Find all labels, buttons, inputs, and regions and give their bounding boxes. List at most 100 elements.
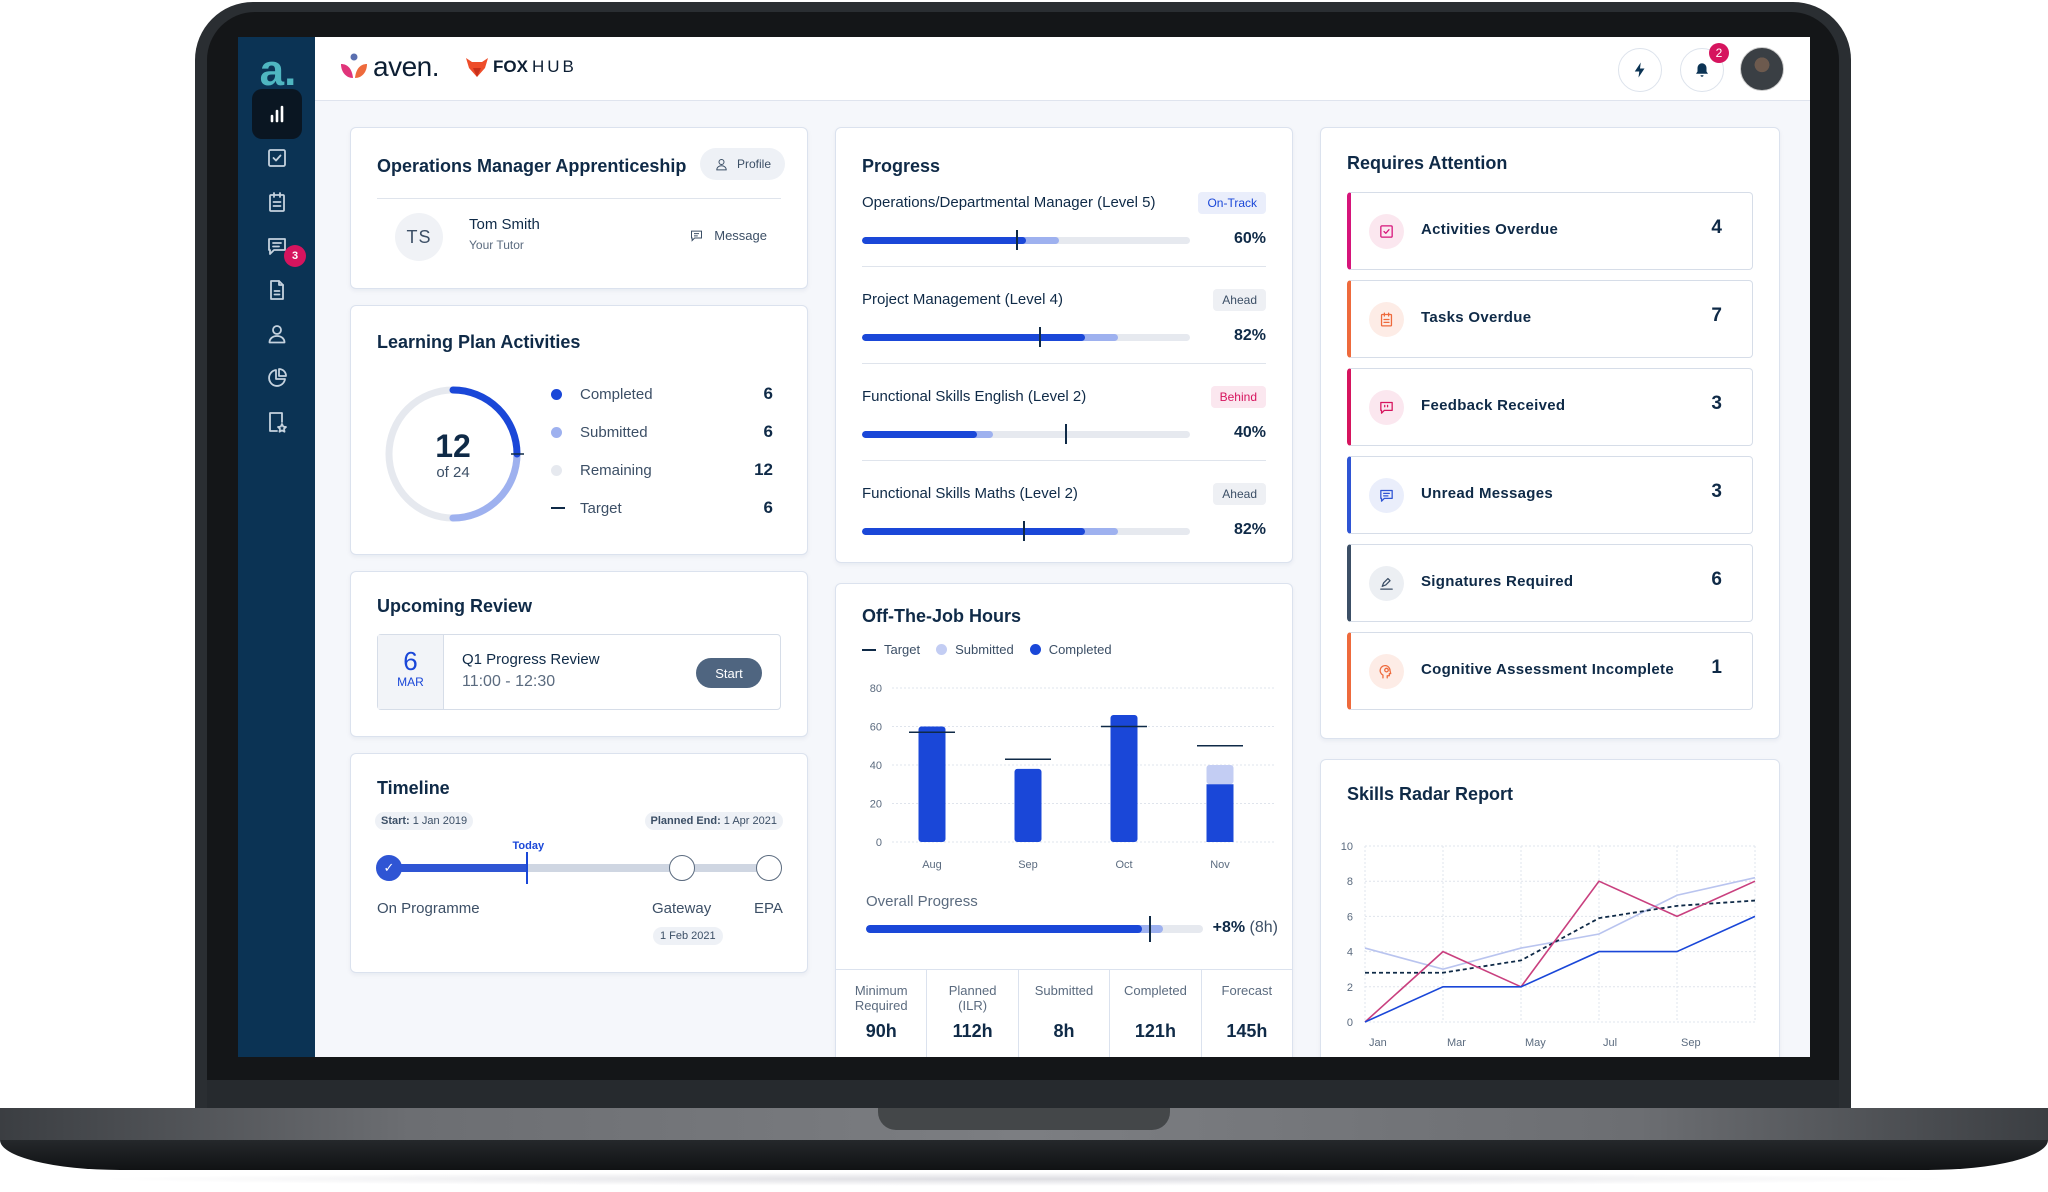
milestone-on-programme[interactable]: ✓: [376, 855, 402, 881]
end-value: 1 Apr 2021: [723, 815, 777, 827]
progress-bar-completed: [862, 334, 1086, 341]
bar-completed: [918, 726, 946, 842]
legend-label: Target: [580, 499, 622, 517]
profile-button-label: Profile: [736, 157, 771, 171]
end-key: Planned End:: [650, 815, 721, 827]
progress-status-badge: Behind: [1210, 386, 1266, 408]
milestone-label: Gateway: [652, 900, 712, 917]
aven-wordmark: aven.: [373, 51, 440, 82]
bar-chart-icon: [270, 105, 284, 123]
progress-bar: [862, 528, 1190, 535]
requires-attention-card: Requires Attention Activities Overdue 4 …: [1320, 127, 1780, 739]
progress-item[interactable]: Project Management (Level 4) Ahead 82%: [862, 289, 1266, 371]
attention-count: 1: [1711, 657, 1722, 678]
sidebar-item-reports[interactable]: [252, 353, 302, 403]
bell-icon: [1696, 63, 1708, 77]
attention-icon-wrap: [1369, 214, 1404, 249]
line-series-3: [1364, 876, 1756, 971]
laptop-shadow: [90, 1172, 1960, 1186]
legend-target: Target 6: [551, 498, 773, 518]
review-name: Q1 Progress Review: [462, 651, 600, 668]
progress-item[interactable]: Operations/Departmental Manager (Level 5…: [862, 192, 1266, 274]
aven-logo[interactable]: aven.: [339, 51, 440, 83]
attention-item[interactable]: Cognitive Assessment Incomplete 1: [1347, 632, 1753, 710]
otj-stat-value: 112h: [952, 1021, 993, 1041]
y-tick-label: 80: [870, 683, 882, 695]
milestone-label: EPA: [754, 900, 783, 917]
x-tick-label: May: [1525, 1037, 1546, 1049]
sidebar-item-dashboard[interactable]: [252, 89, 302, 139]
otj-stat: Submitted 8h: [1019, 970, 1111, 1057]
message-tutor-button[interactable]: Message: [689, 228, 767, 243]
progress-item[interactable]: Functional Skills Maths (Level 2) Ahead …: [862, 483, 1266, 565]
progress-bar-completed: [862, 237, 1026, 244]
notifications-badge: 2: [1709, 43, 1729, 63]
y-tick-label: 2: [1347, 982, 1353, 994]
sidebar-item-documents[interactable]: [252, 265, 302, 315]
clipboard-icon: [269, 192, 285, 212]
attention-item[interactable]: Activities Overdue 4: [1347, 192, 1753, 270]
profile-button[interactable]: Profile: [699, 148, 785, 180]
legend-remaining: Remaining 12: [551, 460, 773, 480]
overall-progress-completed: [866, 925, 1143, 933]
progress-card: Progress Operations/Departmental Manager…: [835, 127, 1293, 563]
sidebar-item-tasks[interactable]: [252, 177, 302, 227]
tutor-avatar: TS: [395, 213, 443, 261]
overall-progress-target: [1149, 916, 1152, 942]
otj-stat: Completed 121h: [1110, 970, 1202, 1057]
attention-count: 3: [1711, 393, 1722, 414]
start-value: 1 Jan 2019: [412, 815, 468, 827]
milestone-gateway[interactable]: [669, 855, 695, 881]
progress-bar-completed: [862, 528, 1086, 535]
legend-target-label: Target: [884, 642, 921, 657]
feedback-icon: [1380, 401, 1393, 414]
legend-submitted-label: Submitted: [955, 642, 1014, 657]
document-icon: [270, 280, 284, 300]
sidebar-item-profile[interactable]: [252, 309, 302, 359]
attention-item[interactable]: Feedback Received 3: [1347, 368, 1753, 446]
progress-item-name: Project Management (Level 4): [862, 291, 1063, 308]
laptop-base-bottom: [0, 1140, 2048, 1170]
quick-actions-button[interactable]: [1618, 48, 1662, 92]
start-review-button[interactable]: Start: [696, 658, 762, 688]
bar-completed: [1110, 714, 1138, 842]
review-item[interactable]: 6 MAR Q1 Progress Review 11:00 - 12:30 S…: [377, 634, 781, 710]
progress-item[interactable]: Functional Skills English (Level 2) Behi…: [862, 386, 1266, 468]
legend-completed: Completed 6: [551, 384, 773, 404]
review-time: 11:00 - 12:30: [462, 673, 556, 690]
x-tick-label: Nov: [1210, 859, 1230, 871]
message-button-label: Message: [714, 228, 767, 243]
user-icon: [716, 158, 727, 170]
user-avatar[interactable]: [1740, 47, 1784, 91]
sidebar-item-messages[interactable]: 3: [252, 221, 306, 271]
sidebar-item-achievements[interactable]: [252, 397, 302, 447]
tutor-name: Tom Smith: [469, 216, 540, 233]
progress-status-badge: Ahead: [1213, 483, 1266, 505]
badge-star-icon: [269, 412, 287, 433]
foxhub-logo[interactable]: FOX HUB: [465, 55, 577, 79]
legend-dot-submitted: [936, 644, 948, 655]
x-tick-label: Sep: [1018, 859, 1038, 871]
attention-item[interactable]: Signatures Required 6: [1347, 544, 1753, 622]
sidebar-item-activities[interactable]: [252, 133, 302, 183]
attention-icon-wrap: [1369, 566, 1404, 601]
progress-title: Progress: [862, 156, 941, 176]
app-logo[interactable]: a.: [254, 47, 302, 95]
notifications-button[interactable]: 2: [1680, 43, 1729, 92]
y-tick-label: 20: [870, 799, 882, 811]
otj-stat-label: Completed: [1123, 983, 1187, 998]
today-marker: [525, 852, 528, 884]
attention-icon-wrap: [1369, 302, 1404, 337]
y-tick-label: 0: [1347, 1017, 1353, 1029]
chat-icon: [691, 230, 703, 242]
progress-bar: [862, 334, 1190, 341]
attention-item[interactable]: Unread Messages 3: [1347, 456, 1753, 534]
timeline-card: Timeline Start: 1 Jan 2019 Planned End: …: [350, 753, 808, 973]
review-date: 6 MAR: [378, 635, 444, 709]
legend-submitted: Submitted 6: [551, 422, 773, 442]
app-screen: a. 3 aven. FOX HUB 2 Operations Manager …: [238, 37, 1810, 1057]
pie-chart-icon: [268, 368, 287, 387]
attention-item[interactable]: Tasks Overdue 7: [1347, 280, 1753, 358]
y-tick-label: 10: [1341, 841, 1353, 853]
milestone-epa[interactable]: [756, 855, 782, 881]
